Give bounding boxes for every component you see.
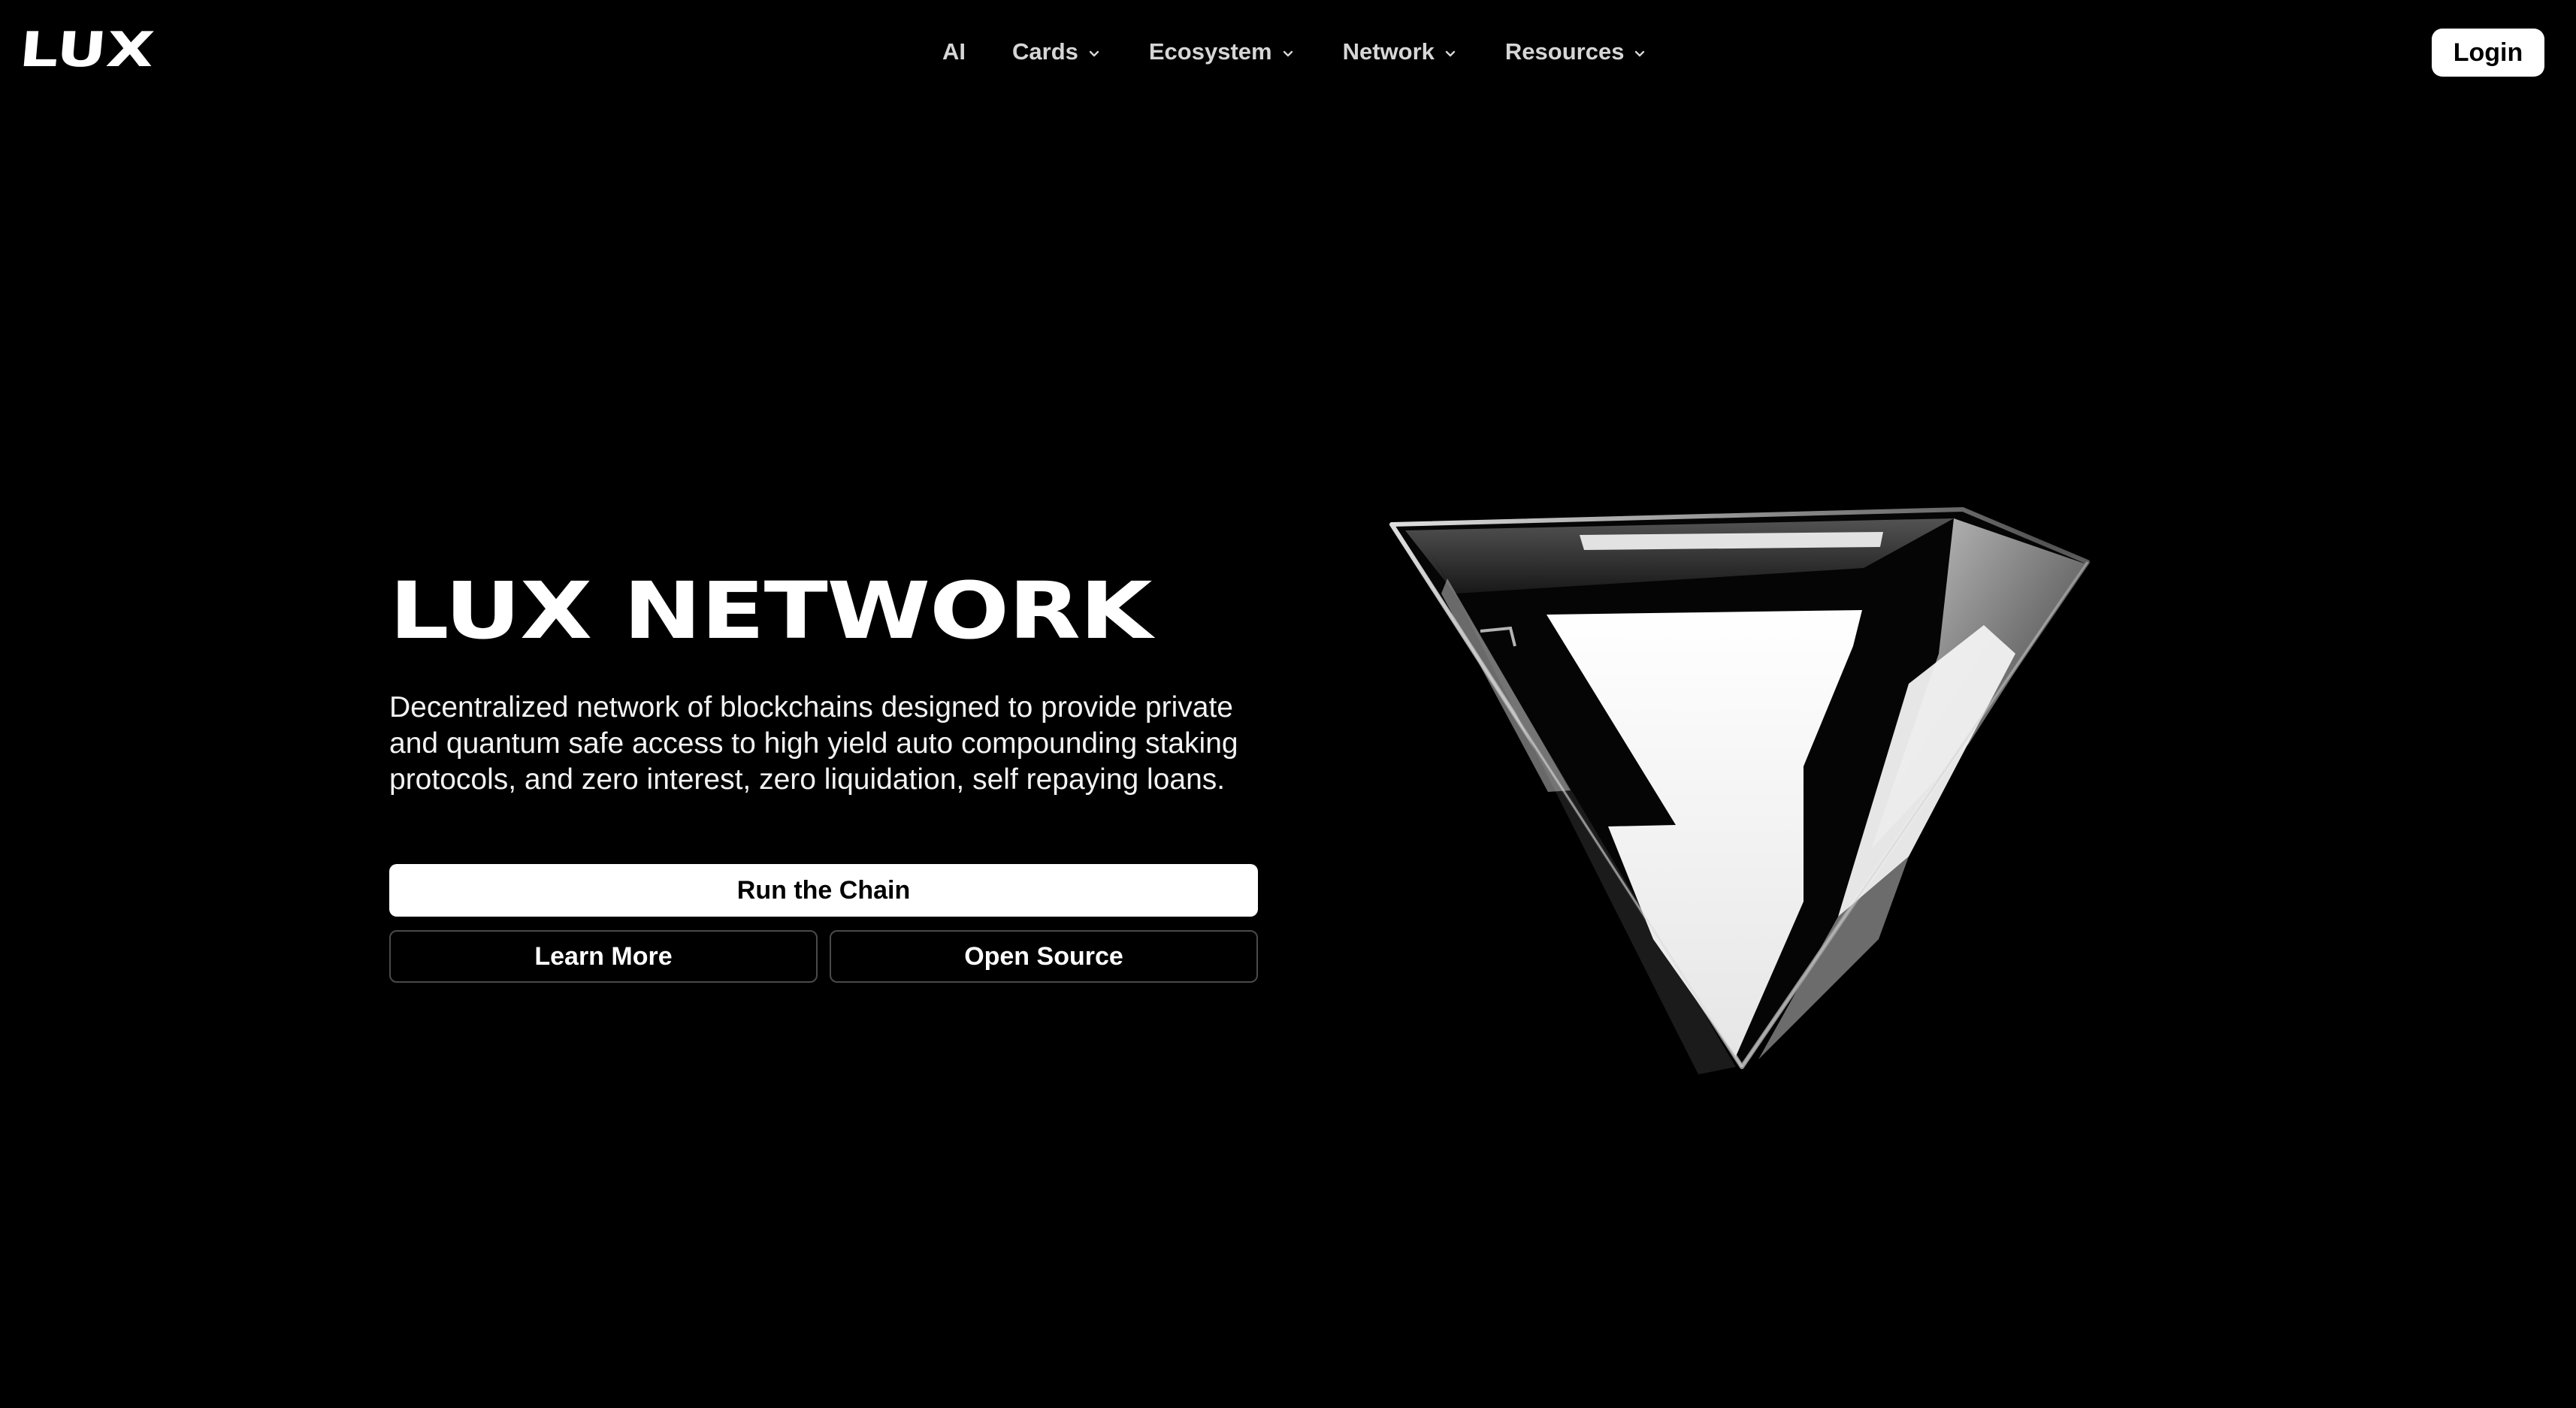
run-the-chain-button[interactable]: Run the Chain xyxy=(389,864,1258,917)
login-button[interactable]: Login xyxy=(2432,29,2544,77)
logo-text: LUX xyxy=(17,23,157,78)
lux-logo[interactable]: LUX xyxy=(17,23,157,78)
nav-item-ecosystem[interactable]: Ecosystem xyxy=(1149,29,1296,75)
glass-triangle-logo-icon xyxy=(1389,507,2090,1074)
chevron-down-icon xyxy=(1283,50,1293,57)
nav-item-ai[interactable]: AI xyxy=(942,29,966,75)
chevron-down-icon xyxy=(1089,50,1099,57)
nav-item-label: Cards xyxy=(1012,38,1078,65)
learn-more-button[interactable]: Learn More xyxy=(389,930,818,983)
nav-item-label: Resources xyxy=(1504,38,1625,65)
hero-description: Decentralized network of blockchains des… xyxy=(389,691,1238,796)
nav-item-network[interactable]: Network xyxy=(1343,29,1459,75)
open-source-button[interactable]: Open Source xyxy=(830,930,1258,983)
main-nav: AI Cards Ecosystem Network Resources xyxy=(942,29,1648,75)
nav-item-label: Network xyxy=(1342,38,1435,65)
nav-item-cards[interactable]: Cards xyxy=(1012,29,1102,75)
nav-item-label: AI xyxy=(942,38,966,65)
chevron-down-icon xyxy=(1445,50,1456,57)
hero-title-text: LUX NETWORK xyxy=(389,565,1152,657)
page-title: LUX NETWORK xyxy=(389,570,1152,652)
chevron-down-icon xyxy=(1635,50,1645,57)
nav-item-label: Ecosystem xyxy=(1148,38,1272,65)
nav-item-resources[interactable]: Resources xyxy=(1505,29,1649,75)
